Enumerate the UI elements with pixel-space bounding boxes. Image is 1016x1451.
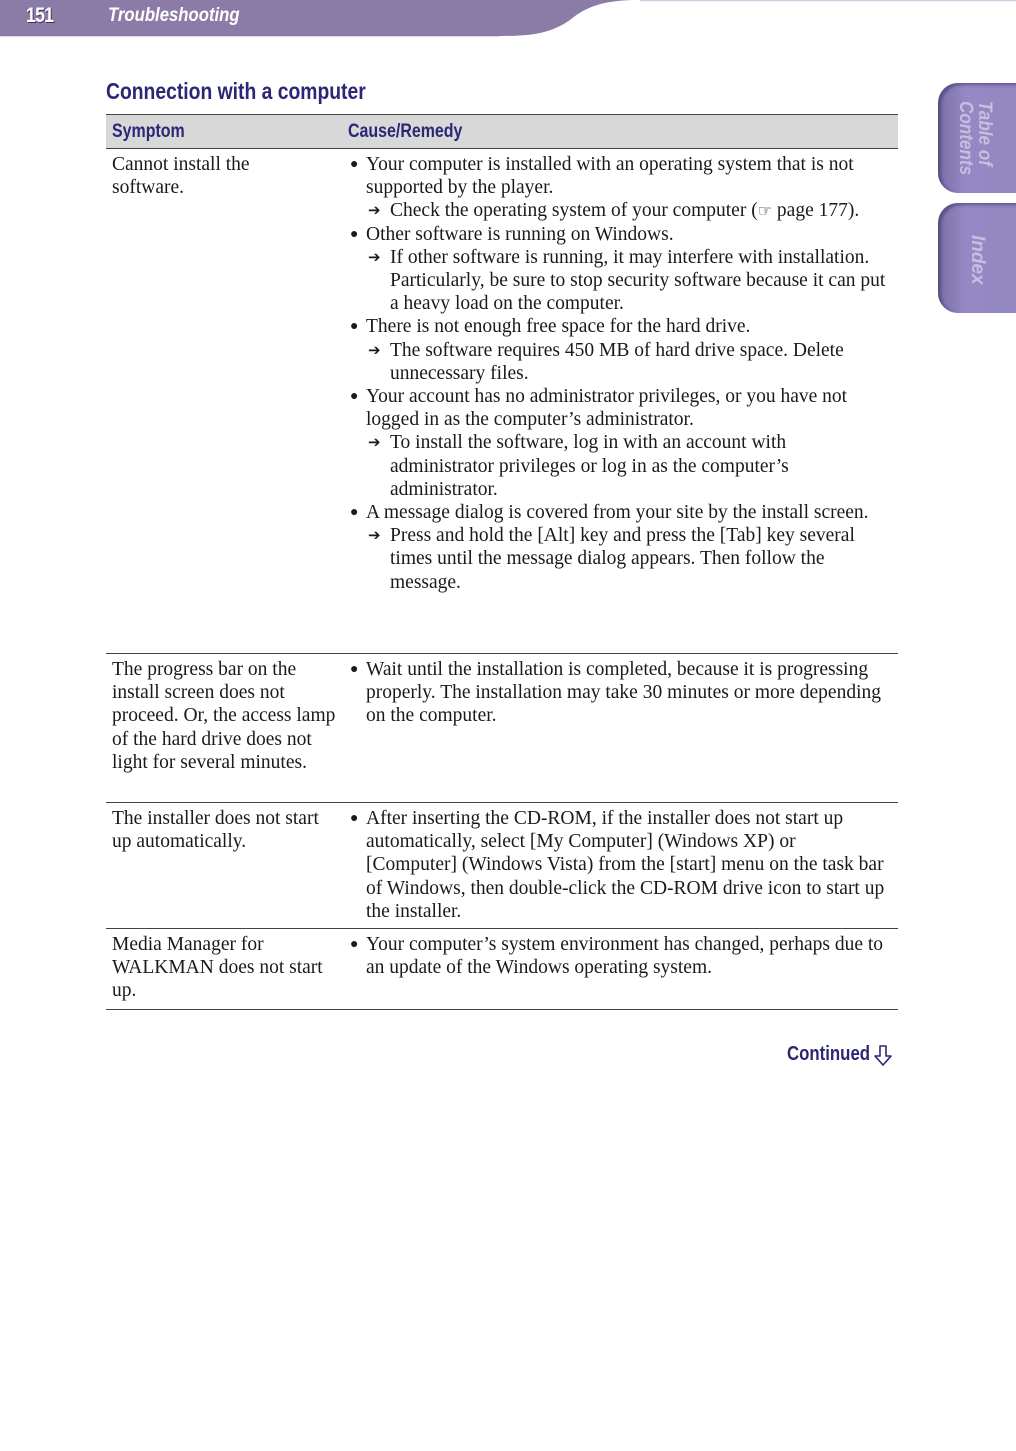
cause-text: After inserting the CD-ROM, if the insta… bbox=[366, 808, 885, 922]
bullet-icon: ● bbox=[350, 389, 359, 405]
remedy-text: If other software is running, it may int… bbox=[390, 246, 886, 315]
section-title: Connection with a computer bbox=[106, 78, 366, 104]
bullet-icon: ● bbox=[350, 157, 359, 172]
remedy-item: ➔ The software requires 450 MB of hard d… bbox=[342, 339, 888, 385]
cause-text: Your account has no administrator privil… bbox=[366, 386, 848, 431]
bullet-icon: ● bbox=[350, 662, 359, 677]
cause-item: ● After inserting the CD-ROM, if the ins… bbox=[342, 807, 888, 923]
arrow-right-icon: ➔ bbox=[368, 433, 381, 452]
page-number: 151 bbox=[26, 4, 54, 27]
cause-text: Your computer’s system environment has c… bbox=[366, 934, 884, 979]
remedy-text: The software requires 450 MB of hard dri… bbox=[390, 339, 844, 384]
symptom-cell: The progress bar on the install screen d… bbox=[112, 659, 336, 773]
symptom-cell: Media Manager for WALKMAN does not start… bbox=[112, 934, 323, 1002]
running-title: Troubleshooting bbox=[108, 5, 240, 26]
cause-text: Other software is running on Windows. bbox=[366, 223, 674, 245]
table-row: Cannot install the software. ● Your comp… bbox=[106, 149, 898, 654]
table-header: Symptom Cause/Remedy bbox=[106, 114, 898, 149]
tab-label: Index bbox=[967, 235, 988, 285]
page-reference-link[interactable]: page 177). bbox=[772, 200, 859, 221]
bullet-icon: ● bbox=[350, 226, 359, 242]
pointing-hand-icon: ☞ bbox=[757, 201, 773, 221]
arrow-right-icon: ➔ bbox=[368, 247, 381, 266]
remedy-text: Check the operating system of your compu… bbox=[390, 200, 758, 222]
tab-label: Table of Contents bbox=[955, 101, 995, 176]
header-band: 151 Troubleshooting bbox=[0, 0, 1016, 38]
table-row: The installer does not start up automati… bbox=[106, 803, 898, 929]
bullet-icon: ● bbox=[350, 319, 359, 335]
continued-link[interactable]: Continued bbox=[787, 1043, 892, 1066]
cause-text: A message dialog is covered from your si… bbox=[366, 502, 869, 524]
cause-item: ● Your account has no administrator priv… bbox=[342, 385, 888, 431]
table-row: The progress bar on the install screen d… bbox=[106, 654, 898, 803]
troubleshooting-table: Symptom Cause/Remedy Cannot install the … bbox=[106, 114, 898, 1010]
arrow-right-icon: ➔ bbox=[368, 201, 381, 220]
cause-item: ● Other software is running on Windows. bbox=[342, 223, 888, 246]
cause-remedy-cell: ● Wait until the installation is complet… bbox=[342, 654, 898, 802]
cause-item: ● A message dialog is covered from your … bbox=[342, 501, 888, 524]
remedy-item: ➔ Check the operating system of your com… bbox=[342, 199, 888, 222]
cause-remedy-cell: ● Your computer’s system environment has… bbox=[342, 929, 898, 1009]
bullet-icon: ● bbox=[350, 811, 359, 826]
table-row: Media Manager for WALKMAN does not start… bbox=[106, 929, 898, 1010]
cause-text: Wait until the installation is completed… bbox=[366, 659, 881, 727]
bullet-icon: ● bbox=[350, 505, 359, 521]
arrow-right-icon: ➔ bbox=[368, 526, 381, 545]
remedy-item: ➔ To install the software, log in with a… bbox=[342, 431, 888, 501]
cause-remedy-cell: ● After inserting the CD-ROM, if the ins… bbox=[342, 803, 898, 928]
remedy-item: ➔ Press and hold the [Alt] key and press… bbox=[342, 524, 888, 594]
remedy-item: ➔ If other software is running, it may i… bbox=[342, 246, 888, 316]
cause-item: ● There is not enough free space for the… bbox=[342, 315, 888, 338]
cause-text: Your computer is installed with an opera… bbox=[366, 154, 854, 199]
arrow-down-icon bbox=[874, 1045, 892, 1066]
remedy-text: Press and hold the [Alt] key and press t… bbox=[390, 525, 855, 593]
cause-item: ● Wait until the installation is complet… bbox=[342, 658, 888, 728]
symptom-cell: The installer does not start up automati… bbox=[112, 808, 319, 853]
header-symptom: Symptom bbox=[112, 121, 185, 142]
cause-item: ● Your computer is installed with an ope… bbox=[342, 153, 888, 199]
index-tab[interactable]: Index bbox=[938, 203, 1016, 313]
cause-remedy-cell: ● Your computer is installed with an ope… bbox=[342, 149, 898, 653]
continued-label: Continued bbox=[787, 1043, 871, 1065]
symptom-cell: Cannot install the software. bbox=[112, 154, 250, 199]
remedy-text: To install the software, log in with an … bbox=[390, 432, 789, 500]
header-cause-remedy: Cause/Remedy bbox=[348, 121, 463, 142]
cause-item: ● Your computer’s system environment has… bbox=[342, 933, 888, 979]
cause-text: There is not enough free space for the h… bbox=[366, 316, 751, 338]
arrow-right-icon: ➔ bbox=[368, 340, 381, 359]
bullet-icon: ● bbox=[350, 937, 359, 952]
table-of-contents-tab[interactable]: Table of Contents bbox=[938, 83, 1016, 193]
